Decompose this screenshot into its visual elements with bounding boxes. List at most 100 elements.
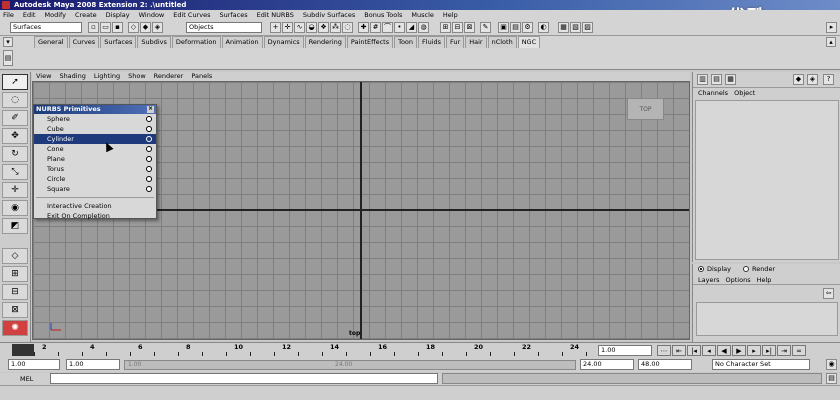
layout-outliner-icon[interactable]: ⊟ xyxy=(2,284,28,300)
go-to-end-icon[interactable]: ⇥ xyxy=(777,345,791,356)
option-box-icon[interactable] xyxy=(146,116,152,122)
option-box-icon[interactable] xyxy=(146,176,152,182)
new-layer-icon[interactable]: ⇦ xyxy=(823,288,834,299)
status-line-collapse-icon[interactable]: ▸ xyxy=(826,22,837,33)
attribute-icon[interactable]: ◆ xyxy=(793,74,804,85)
select-rendering-icon[interactable]: ◌ xyxy=(342,22,353,33)
channel-layout-icon-3[interactable]: ▦ xyxy=(725,74,736,85)
select-misc-icon[interactable]: ✚ xyxy=(358,22,369,33)
menu-help[interactable]: Help xyxy=(443,10,458,20)
select-surfaces-icon[interactable]: ◒ xyxy=(306,22,317,33)
make-live-icon[interactable]: ◍ xyxy=(418,22,429,33)
help-icon[interactable]: ? xyxy=(823,74,834,85)
range-slider[interactable]: 1.00 24.00 xyxy=(124,360,576,370)
menu-item-torus[interactable]: Torus xyxy=(34,164,156,174)
channel-box-toggle-icon[interactable]: ▨ xyxy=(582,22,593,33)
shelf-options-icon[interactable]: ▤ xyxy=(3,50,13,66)
select-joints-icon[interactable]: ✛ xyxy=(282,22,293,33)
rotate-tool-icon[interactable]: ↻ xyxy=(2,146,28,162)
animation-start-field[interactable]: 1.00 xyxy=(8,359,60,370)
playback-start-field[interactable]: 1.00 xyxy=(66,359,120,370)
scale-tool-icon[interactable]: ⤡ xyxy=(2,164,28,180)
menu-item-exit-on-completion[interactable]: Exit On Completion xyxy=(34,211,156,221)
panel-menu-show[interactable]: Show xyxy=(128,72,146,81)
step-back-key-icon[interactable]: |◂ xyxy=(687,345,701,356)
shelf-tab-deformation[interactable]: Deformation xyxy=(171,36,221,48)
shelf-tab-ngc[interactable]: NGC xyxy=(517,36,541,48)
tool-settings-icon[interactable]: ▧ xyxy=(570,22,581,33)
shelf-tab-fur[interactable]: Fur xyxy=(446,36,465,48)
step-back-frame-icon[interactable]: ◂ xyxy=(702,345,716,356)
character-set-dropdown[interactable]: No Character Set xyxy=(712,359,810,370)
soft-mod-tool-icon[interactable]: ◉ xyxy=(2,200,28,216)
layout-graph-icon[interactable]: ⊠ xyxy=(2,302,28,318)
option-box-icon[interactable] xyxy=(146,136,152,142)
shelf-tab-painteffects[interactable]: PaintEffects xyxy=(346,36,394,48)
save-scene-icon[interactable]: ▪ xyxy=(112,22,123,33)
shelf-tab-ncloth[interactable]: nCloth xyxy=(487,36,517,48)
menu-surfaces[interactable]: Surfaces xyxy=(219,10,247,20)
view-cube-top[interactable]: TOP xyxy=(627,98,664,120)
select-object-icon[interactable]: ◆ xyxy=(140,22,151,33)
shelf-tab-hair[interactable]: Hair xyxy=(465,36,487,48)
menu-file[interactable]: File xyxy=(3,10,14,20)
manipulator-tool-icon[interactable]: ✛ xyxy=(2,182,28,198)
panel-menu-renderer[interactable]: Renderer xyxy=(154,72,184,81)
shelf-tab-animation[interactable]: Animation xyxy=(221,36,263,48)
shelf-menu-icon[interactable]: ▾ xyxy=(3,37,13,47)
layer-menu-layers[interactable]: Layers xyxy=(698,275,720,284)
option-box-icon[interactable] xyxy=(146,166,152,172)
open-scene-icon[interactable]: ▭ xyxy=(100,22,111,33)
hypershade-icon[interactable]: ◐ xyxy=(538,22,549,33)
current-frame-field[interactable]: 1.00 xyxy=(598,345,652,356)
menu-display[interactable]: Display xyxy=(106,10,130,20)
shelf-tab-rendering[interactable]: Rendering xyxy=(304,36,346,48)
lasso-tool-icon[interactable]: ◌ xyxy=(2,92,28,108)
menu-item-square[interactable]: Square xyxy=(34,184,156,194)
play-backward-icon[interactable]: ◀ xyxy=(717,345,731,356)
menu-set-dropdown[interactable]: Surfaces xyxy=(10,22,82,33)
select-hierarchy-icon[interactable]: ◇ xyxy=(128,22,139,33)
layer-list[interactable] xyxy=(696,302,838,336)
menu-item-interactive-creation[interactable]: Interactive Creation xyxy=(34,201,156,211)
layout-four-view-icon[interactable]: ⊞ xyxy=(2,266,28,282)
layer-mode-render[interactable]: Render xyxy=(742,264,775,275)
option-box-icon[interactable] xyxy=(146,156,152,162)
shelf-tab-curves[interactable]: Curves xyxy=(68,36,100,48)
layout-single-perspective-icon[interactable]: ◇ xyxy=(2,248,28,264)
new-scene-icon[interactable]: ▫ xyxy=(88,22,99,33)
option-box-icon[interactable] xyxy=(146,186,152,192)
channel-layout-icon-1[interactable]: ▥ xyxy=(697,74,708,85)
channel-box-body[interactable] xyxy=(695,100,839,260)
menu-subdiv-surfaces[interactable]: Subdiv Surfaces xyxy=(303,10,355,20)
loop-icon[interactable]: ∞ xyxy=(792,345,806,356)
attribute-editor-icon[interactable]: ▦ xyxy=(558,22,569,33)
last-tool-icon[interactable]: ◩ xyxy=(2,218,28,234)
select-tool-icon[interactable]: ➚ xyxy=(2,74,28,90)
select-deformations-icon[interactable]: ❖ xyxy=(318,22,329,33)
menu-bonus-tools[interactable]: Bonus Tools xyxy=(364,10,402,20)
menu-edit-nurbs[interactable]: Edit NURBS xyxy=(257,10,294,20)
layer-menu-help[interactable]: Help xyxy=(757,275,772,284)
animation-end-field[interactable]: 48.00 xyxy=(638,359,692,370)
selection-mode-dropdown[interactable]: Objects xyxy=(186,22,262,33)
shelf-tab-general[interactable]: General xyxy=(34,36,68,48)
command-input[interactable] xyxy=(50,373,438,384)
shelf-tab-fluids[interactable]: Fluids xyxy=(418,36,446,48)
shelf-tab-toon[interactable]: Toon xyxy=(394,36,418,48)
shelf-tab-dynamics[interactable]: Dynamics xyxy=(263,36,304,48)
menu-window[interactable]: Window xyxy=(139,10,165,20)
snap-grid-icon[interactable]: # xyxy=(370,22,381,33)
snap-curve-icon[interactable]: ⌒ xyxy=(382,22,393,33)
more-playback-icon[interactable]: ⋯ xyxy=(657,345,671,356)
menu-item-cylinder[interactable]: Cylinder xyxy=(34,134,156,144)
history-icon[interactable]: ⊞ xyxy=(440,22,451,33)
layer-mode-display[interactable]: Display xyxy=(698,264,731,275)
tool-icon[interactable]: ◈ xyxy=(807,74,818,85)
ipr-render-icon[interactable]: ▤ xyxy=(510,22,521,33)
shelf-tab-surfaces[interactable]: Surfaces xyxy=(100,36,137,48)
panel-menu-lighting[interactable]: Lighting xyxy=(94,72,120,81)
option-box-icon[interactable] xyxy=(146,146,152,152)
shelf-scroll-icon[interactable]: ▴ xyxy=(826,37,836,47)
select-handles-icon[interactable]: + xyxy=(270,22,281,33)
